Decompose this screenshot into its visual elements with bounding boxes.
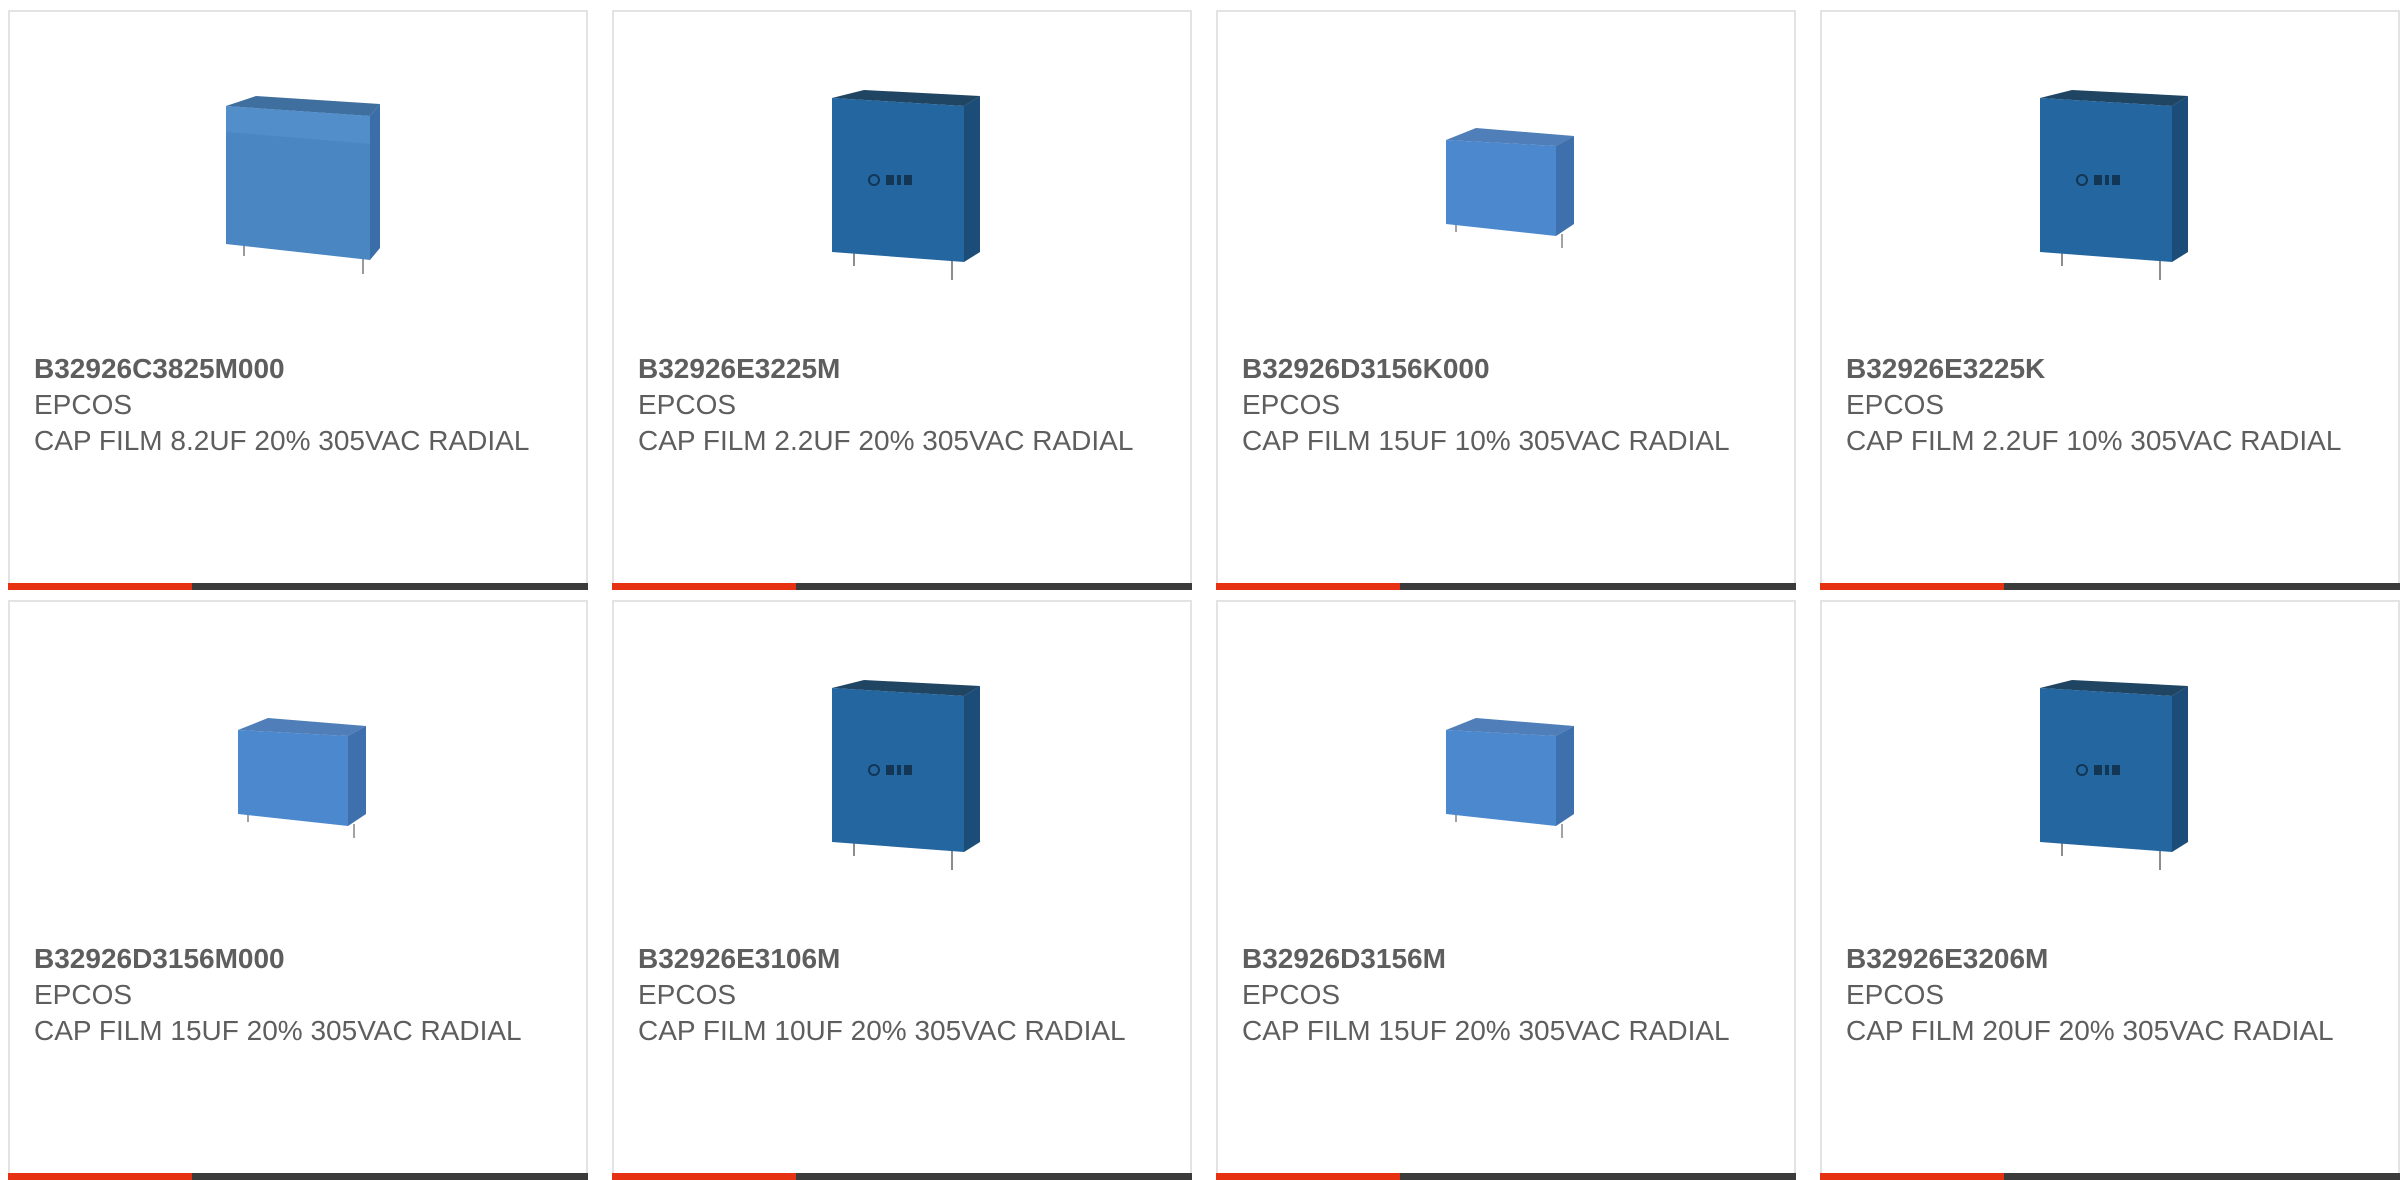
product-card[interactable]: B32926D3156M EPCOS CAP FILM 15UF 20% 305…	[1216, 600, 1796, 1180]
card-accent	[8, 1173, 192, 1180]
part-number[interactable]: B32926E3225K	[1846, 351, 2374, 387]
product-image[interactable]	[1822, 74, 2398, 294]
manufacturer: EPCOS	[1242, 389, 1341, 420]
capacitor-small-light-blue-icon	[1406, 84, 1606, 284]
part-number[interactable]: B32926D3156M000	[34, 941, 562, 977]
part-number[interactable]: B32926E3206M	[1846, 941, 2374, 977]
capacitor-tall-dark-blue-icon	[2010, 84, 2210, 284]
description: CAP FILM 15UF 10% 305VAC RADIAL	[1242, 425, 1730, 456]
product-image[interactable]	[10, 664, 586, 884]
capacitor-tall-dark-blue-icon	[802, 84, 1002, 284]
product-card[interactable]: B32926D3156K000 EPCOS CAP FILM 15UF 10% …	[1216, 10, 1796, 590]
product-info: B32926D3156M000 EPCOS CAP FILM 15UF 20% …	[34, 941, 562, 1049]
product-image[interactable]	[1218, 664, 1794, 884]
product-info: B32926D3156K000 EPCOS CAP FILM 15UF 10% …	[1242, 351, 1770, 459]
part-number[interactable]: B32926C3825M000	[34, 351, 562, 387]
product-card[interactable]: B32926E3225M EPCOS CAP FILM 2.2UF 20% 30…	[612, 10, 1192, 590]
product-info: B32926E3106M EPCOS CAP FILM 10UF 20% 305…	[638, 941, 1166, 1049]
card-accent	[8, 583, 192, 590]
card-bottom-bar	[1820, 1173, 2400, 1180]
product-info: B32926E3225M EPCOS CAP FILM 2.2UF 20% 30…	[638, 351, 1166, 459]
manufacturer: EPCOS	[638, 389, 737, 420]
capacitor-tall-dark-blue-icon	[2010, 674, 2210, 874]
product-image[interactable]	[1218, 74, 1794, 294]
description: CAP FILM 10UF 20% 305VAC RADIAL	[638, 1015, 1126, 1046]
product-card[interactable]: B32926C3825M000 EPCOS CAP FILM 8.2UF 20%…	[8, 10, 588, 590]
description: CAP FILM 8.2UF 20% 305VAC RADIAL	[34, 425, 530, 456]
product-info: B32926D3156M EPCOS CAP FILM 15UF 20% 305…	[1242, 941, 1770, 1049]
product-card[interactable]: B32926E3225K EPCOS CAP FILM 2.2UF 10% 30…	[1820, 10, 2400, 590]
card-bottom-bar	[1820, 583, 2400, 590]
manufacturer: EPCOS	[1846, 389, 1945, 420]
product-info: B32926C3825M000 EPCOS CAP FILM 8.2UF 20%…	[34, 351, 562, 459]
product-card[interactable]: B32926E3206M EPCOS CAP FILM 20UF 20% 305…	[1820, 600, 2400, 1180]
manufacturer: EPCOS	[638, 979, 737, 1010]
card-bottom-bar	[8, 583, 588, 590]
card-bottom-bar	[1216, 1173, 1796, 1180]
capacitor-large-light-blue-icon	[198, 84, 398, 284]
capacitor-small-light-blue-icon	[198, 674, 398, 874]
manufacturer: EPCOS	[1242, 979, 1341, 1010]
product-image[interactable]	[10, 74, 586, 294]
card-accent	[1216, 1173, 1400, 1180]
product-image[interactable]	[1822, 664, 2398, 884]
description: CAP FILM 15UF 20% 305VAC RADIAL	[1242, 1015, 1730, 1046]
product-info: B32926E3225K EPCOS CAP FILM 2.2UF 10% 30…	[1846, 351, 2374, 459]
description: CAP FILM 15UF 20% 305VAC RADIAL	[34, 1015, 522, 1046]
product-card[interactable]: B32926E3106M EPCOS CAP FILM 10UF 20% 305…	[612, 600, 1192, 1180]
card-accent	[612, 583, 796, 590]
manufacturer: EPCOS	[34, 389, 133, 420]
product-image[interactable]	[614, 664, 1190, 884]
card-bottom-bar	[612, 583, 1192, 590]
product-grid: B32926C3825M000 EPCOS CAP FILM 8.2UF 20%…	[8, 10, 2400, 1180]
product-image[interactable]	[614, 74, 1190, 294]
product-card[interactable]: B32926D3156M000 EPCOS CAP FILM 15UF 20% …	[8, 600, 588, 1180]
card-bottom-bar	[612, 1173, 1192, 1180]
product-info: B32926E3206M EPCOS CAP FILM 20UF 20% 305…	[1846, 941, 2374, 1049]
part-number[interactable]: B32926D3156M	[1242, 941, 1770, 977]
capacitor-small-light-blue-icon	[1406, 674, 1606, 874]
card-bottom-bar	[8, 1173, 588, 1180]
card-accent	[612, 1173, 796, 1180]
card-accent	[1820, 583, 2004, 590]
manufacturer: EPCOS	[1846, 979, 1945, 1010]
description: CAP FILM 2.2UF 10% 305VAC RADIAL	[1846, 425, 2342, 456]
description: CAP FILM 20UF 20% 305VAC RADIAL	[1846, 1015, 2334, 1046]
card-bottom-bar	[1216, 583, 1796, 590]
description: CAP FILM 2.2UF 20% 305VAC RADIAL	[638, 425, 1134, 456]
part-number[interactable]: B32926D3156K000	[1242, 351, 1770, 387]
part-number[interactable]: B32926E3225M	[638, 351, 1166, 387]
part-number[interactable]: B32926E3106M	[638, 941, 1166, 977]
capacitor-tall-dark-blue-icon	[802, 674, 1002, 874]
card-accent	[1820, 1173, 2004, 1180]
manufacturer: EPCOS	[34, 979, 133, 1010]
card-accent	[1216, 583, 1400, 590]
